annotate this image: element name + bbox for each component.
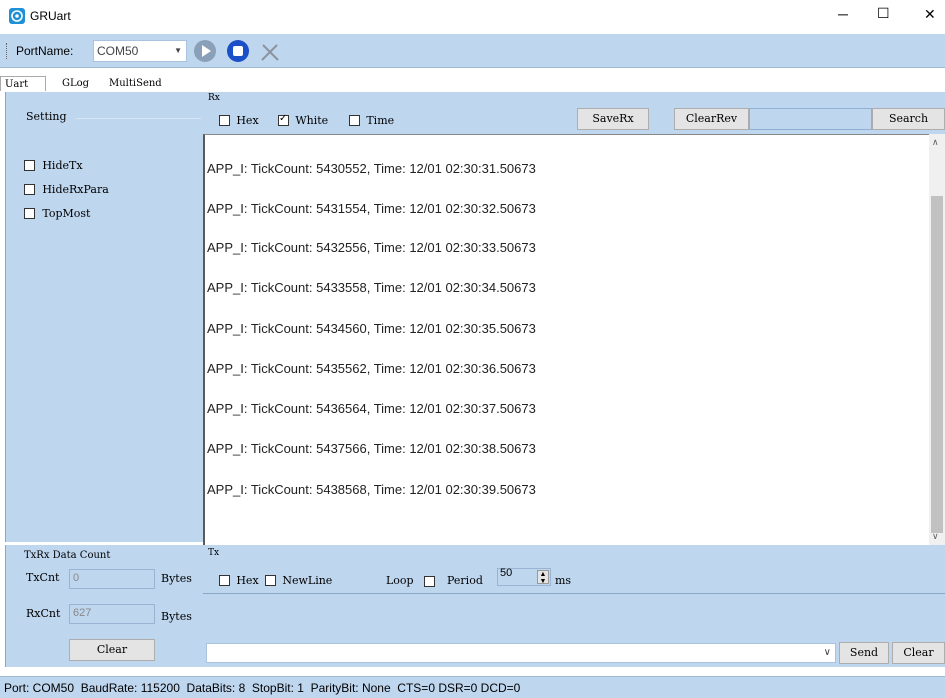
play-icon[interactable] [194, 40, 216, 62]
hiderxpara-label: HideRxPara [42, 183, 109, 196]
count-clear-button[interactable]: Clear [69, 639, 155, 661]
scroll-down-icon[interactable]: ∨ [932, 531, 939, 542]
toolbar-grip [6, 43, 8, 59]
period-spinner-icon[interactable]: ▲ ▼ [537, 570, 549, 585]
tab-multisend-label: MultiSend [109, 78, 162, 89]
setting-divider [76, 118, 201, 119]
rx-hex-option[interactable]: Hex [219, 113, 259, 127]
rx-title: Rx [208, 93, 220, 103]
period-input[interactable]: 50 ▲ ▼ [497, 567, 551, 586]
rx-line: APP_I: TickCount: 5430552, Time: 12/01 0… [207, 161, 536, 176]
loop-checkbox[interactable] [424, 576, 435, 588]
tx-panel: Tx Hex NewLine Loop Period 50 ▲ ▼ ms ∨ Se… [203, 545, 945, 667]
tools-icon[interactable] [259, 41, 281, 63]
search-input[interactable] [749, 108, 872, 130]
tx-combo-chevron-icon[interactable]: ∨ [824, 647, 831, 658]
status-text: Port: COM50 BaudRate: 115200 DataBits: 8… [4, 681, 521, 695]
rx-line: APP_I: TickCount: 5438568, Time: 12/01 0… [207, 482, 536, 497]
scroll-up-icon[interactable]: ∧ [932, 137, 939, 148]
hidetx-label: HideTx [42, 159, 83, 172]
rx-header: Rx Hex White Time SaveRx ClearRev Search [203, 92, 945, 134]
rx-white-label: White [295, 114, 329, 127]
topmost-checkbox[interactable] [24, 208, 35, 220]
status-bar: Port: COM50 BaudRate: 115200 DataBits: 8… [0, 676, 945, 698]
rx-line: APP_I: TickCount: 5435562, Time: 12/01 0… [207, 361, 536, 376]
minimize-button[interactable]: ─ [838, 6, 848, 22]
chevron-down-icon: ▼ [174, 46, 182, 55]
rx-line: APP_I: TickCount: 5431554, Time: 12/01 0… [207, 201, 536, 216]
period-value: 50 [500, 567, 513, 579]
rx-line: APP_I: TickCount: 5433558, Time: 12/01 0… [207, 280, 536, 295]
tx-send-combo[interactable]: ∨ [206, 643, 836, 663]
send-button[interactable]: Send [839, 642, 889, 664]
toolbar: PortName: COM50 ▼ [0, 34, 945, 68]
period-label: Period [447, 574, 483, 587]
hiderxpara-option[interactable]: HideRxPara [24, 182, 109, 196]
tab-bar: Uart GLog MultiSend [0, 76, 945, 92]
tx-hex-option[interactable]: Hex [219, 573, 259, 587]
hidetx-option[interactable]: HideTx [24, 158, 83, 172]
rx-white-checkbox[interactable] [278, 113, 289, 127]
period-unit: ms [555, 574, 572, 587]
rx-hex-label: Hex [236, 114, 259, 127]
rx-white-option[interactable]: White [278, 113, 328, 127]
rxcnt-value: 627 [73, 607, 92, 619]
topmost-label: TopMost [42, 207, 91, 220]
stop-icon[interactable] [227, 40, 249, 62]
hidetx-checkbox[interactable] [24, 160, 35, 172]
scroll-thumb[interactable] [931, 196, 943, 533]
rx-line: APP_I: TickCount: 5432556, Time: 12/01 0… [207, 240, 536, 255]
loop-label: Loop [386, 574, 414, 587]
tab-uart-label: Uart [5, 79, 29, 90]
tx-input-area[interactable] [203, 593, 945, 641]
tab-glog-label: GLog [62, 78, 90, 89]
tx-title: Tx [208, 548, 220, 558]
maximize-button[interactable]: ☐ [877, 5, 890, 22]
rx-line: APP_I: TickCount: 5434560, Time: 12/01 0… [207, 321, 536, 336]
setting-panel: Setting HideTx HideRxPara TopMost [5, 92, 203, 542]
close-button[interactable]: ✕ [924, 6, 936, 23]
rx-time-option[interactable]: Time [349, 113, 394, 127]
rx-scrollbar[interactable]: ∧ ∨ [929, 134, 945, 545]
tx-hex-checkbox[interactable] [219, 575, 230, 587]
topmost-option[interactable]: TopMost [24, 206, 90, 220]
save-rx-button[interactable]: SaveRx [577, 108, 649, 130]
tx-newline-option[interactable]: NewLine [265, 573, 332, 587]
count-panel: TxRx Data Count TxCnt 0 Bytes RxCnt 627 … [5, 545, 203, 667]
hiderxpara-checkbox[interactable] [24, 184, 35, 196]
rxcnt-label: RxCnt [26, 607, 61, 620]
rxcnt-field: 627 [69, 604, 155, 624]
txcnt-label: TxCnt [26, 571, 60, 584]
port-name-label: PortName: [16, 44, 74, 58]
app-icon [9, 8, 25, 24]
rx-line: APP_I: TickCount: 5436564, Time: 12/01 0… [207, 401, 536, 416]
rx-line: APP_I: TickCount: 5437566, Time: 12/01 0… [207, 441, 536, 456]
tx-newline-checkbox[interactable] [265, 575, 276, 587]
tx-newline-label: NewLine [282, 574, 333, 587]
tab-multisend[interactable]: MultiSend [109, 76, 162, 91]
search-button[interactable]: Search [872, 108, 945, 130]
tab-uart[interactable]: Uart [0, 76, 46, 91]
txcnt-unit: Bytes [161, 572, 192, 585]
clear-rev-button[interactable]: ClearRev [674, 108, 749, 130]
txcnt-field: 0 [69, 569, 155, 589]
tab-glog[interactable]: GLog [62, 76, 89, 91]
title-bar: GRUart ─ ☐ ✕ [0, 0, 945, 34]
rx-time-checkbox[interactable] [349, 115, 360, 127]
port-name-select[interactable]: COM50 ▼ [93, 40, 187, 62]
tx-clear-button[interactable]: Clear [892, 642, 945, 664]
rx-hex-checkbox[interactable] [219, 115, 230, 127]
txcnt-value: 0 [73, 572, 80, 584]
count-title: TxRx Data Count [24, 550, 111, 561]
port-name-value: COM50 [97, 44, 139, 58]
window-title: GRUart [30, 9, 71, 23]
tx-hex-label: Hex [236, 574, 259, 587]
rxcnt-unit: Bytes [161, 610, 192, 623]
rx-time-label: Time [366, 114, 395, 127]
setting-title: Setting [26, 110, 67, 123]
